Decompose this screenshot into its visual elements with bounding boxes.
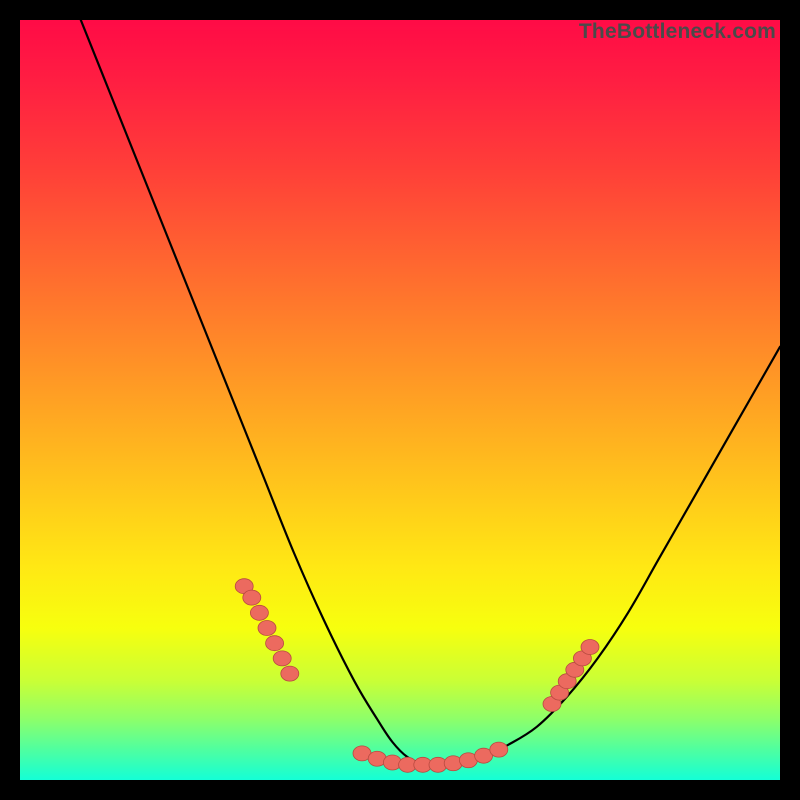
data-marker xyxy=(281,666,299,681)
data-marker xyxy=(250,605,268,620)
plot-area: TheBottleneck.com xyxy=(20,20,780,780)
watermark-text: TheBottleneck.com xyxy=(579,20,776,44)
curve-left-curve xyxy=(81,20,438,765)
data-marker xyxy=(243,590,261,605)
data-marker xyxy=(266,636,284,651)
data-marker xyxy=(581,640,599,655)
data-marker xyxy=(258,621,276,636)
curve-right-curve xyxy=(438,347,780,765)
data-marker xyxy=(273,651,291,666)
data-marker xyxy=(490,742,508,757)
marker-group xyxy=(235,579,599,773)
chart-svg xyxy=(20,20,780,780)
curve-group xyxy=(81,20,780,765)
chart-frame: TheBottleneck.com xyxy=(20,20,780,780)
